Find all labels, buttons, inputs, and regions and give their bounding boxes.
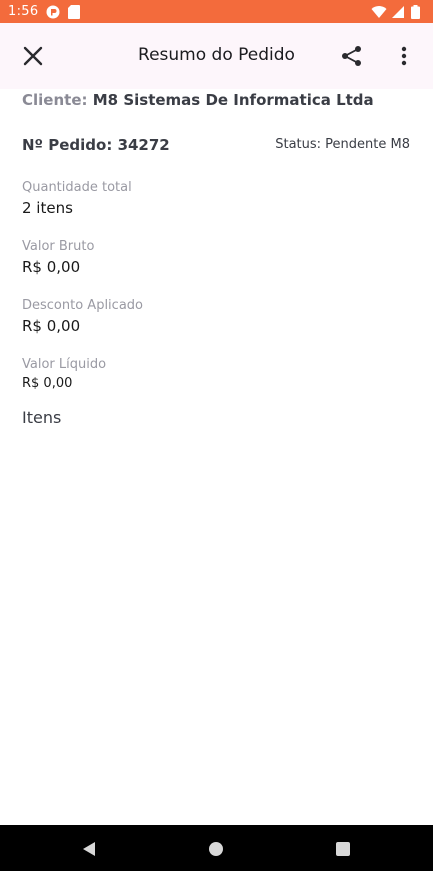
wifi-icon	[371, 5, 387, 19]
pedido-number: 34272	[117, 136, 170, 154]
status-time: 1:56	[8, 4, 39, 19]
cliente-value: M8 Sistemas De Informatica Ltda	[92, 91, 374, 109]
more-vert-icon	[401, 46, 407, 66]
valor-liquido-value: R$ 0,00	[22, 376, 73, 391]
valor-liquido-label: Valor Líquido	[22, 357, 107, 372]
valor-bruto-value: R$ 0,00	[22, 258, 81, 276]
page-title: Resumo do Pedido	[138, 45, 295, 65]
desconto-label: Desconto Aplicado	[22, 298, 143, 313]
share-button[interactable]	[338, 42, 366, 70]
app-notification-icon	[46, 5, 60, 19]
share-icon	[342, 46, 361, 66]
signal-icon	[391, 5, 405, 19]
home-icon[interactable]	[209, 842, 223, 856]
more-options-button[interactable]	[392, 42, 416, 70]
quantidade-label: Quantidade total	[22, 180, 132, 195]
recents-icon[interactable]	[336, 842, 350, 856]
cliente-row: Cliente: M8 Sistemas De Informatica Ltda	[22, 91, 374, 109]
system-nav-bar	[0, 825, 433, 871]
status-bar: 1:56	[0, 0, 433, 23]
back-icon[interactable]	[80, 840, 98, 858]
itens-section-title: Itens	[22, 408, 62, 427]
valor-bruto-label: Valor Bruto	[22, 239, 95, 254]
battery-icon	[411, 4, 425, 19]
sim-card-icon	[68, 4, 82, 19]
status-right	[371, 4, 425, 19]
pedido-label: Nº Pedido:	[22, 136, 113, 154]
desconto-value: R$ 0,00	[22, 317, 81, 335]
cliente-label: Cliente:	[22, 91, 88, 109]
quantidade-value: 2 itens	[22, 199, 73, 217]
status-left: 1:56	[8, 4, 82, 19]
status-text: Status: Pendente M8	[275, 137, 410, 152]
app-bar: Resumo do Pedido	[0, 23, 433, 89]
pedido-row: Nº Pedido: 34272	[22, 136, 170, 154]
